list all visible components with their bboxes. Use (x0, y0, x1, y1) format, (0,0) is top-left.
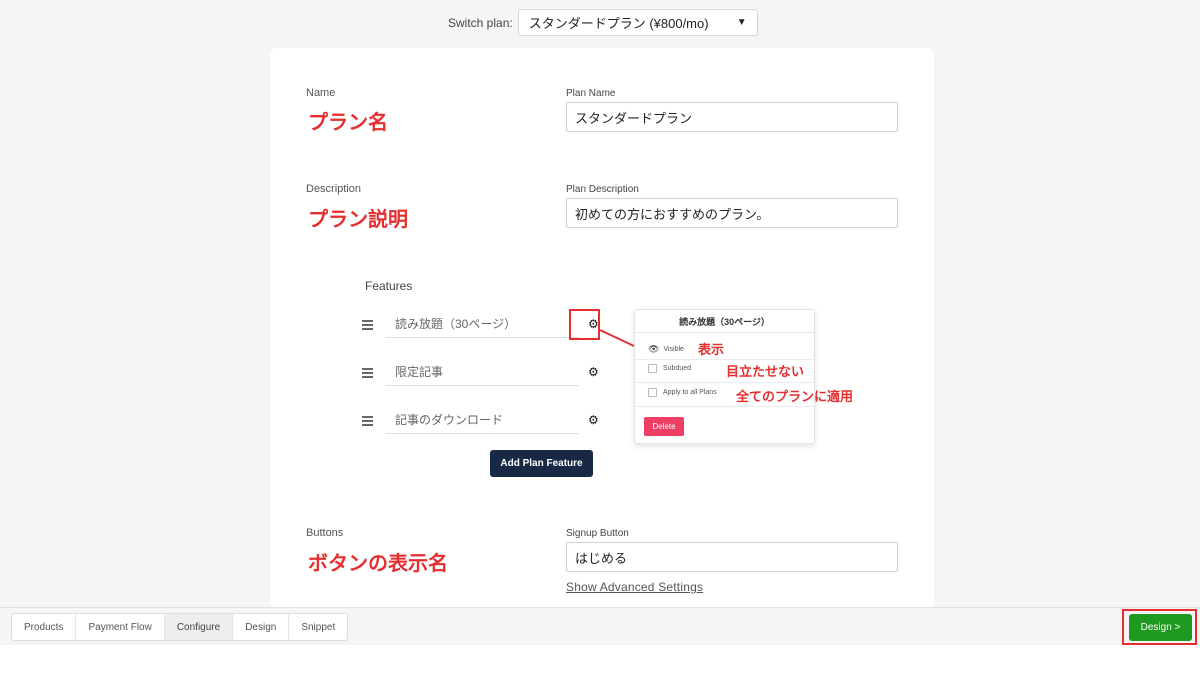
tab-products[interactable]: Products (12, 614, 77, 640)
apply-all-option[interactable]: Apply to all Plans (648, 388, 717, 397)
add-plan-feature-button[interactable]: Add Plan Feature (490, 450, 593, 477)
annotation-connector-line (599, 329, 635, 347)
delete-button[interactable]: Delete (644, 417, 684, 436)
bottom-bar-divider (0, 607, 1200, 608)
subdued-label: Subdued (663, 365, 692, 372)
tab-configure[interactable]: Configure (164, 614, 234, 640)
eye-icon: 👁 (648, 344, 660, 354)
divider (635, 406, 814, 407)
bottom-tab-bar: Products Payment Flow Configure Design S… (11, 613, 349, 641)
show-advanced-settings-link[interactable]: Show Advanced Settings (566, 580, 703, 594)
subdued-checkbox[interactable] (648, 364, 657, 373)
visible-label: Visible (663, 346, 684, 353)
tab-payment-flow[interactable]: Payment Flow (76, 614, 165, 640)
visible-annotation: 表示 (698, 342, 725, 357)
buttons-annotation: ボタンの表示名 (308, 553, 448, 575)
page: Switch plan: スタンダードプラン (¥800/mo) ▼ Name … (0, 0, 1200, 675)
apply-all-checkbox[interactable] (648, 388, 657, 397)
subdued-option[interactable]: Subdued (648, 364, 691, 373)
apply-all-label: Apply to all Plans (663, 389, 717, 396)
visible-option[interactable]: 👁 Visible (648, 344, 684, 355)
popup-title: 読み放題（30ページ） (635, 310, 814, 333)
buttons-section-label: Buttons (306, 527, 344, 539)
tab-design[interactable]: Design (233, 614, 290, 640)
apply-all-annotation: 全てのプランに適用 (736, 389, 854, 404)
divider (635, 359, 814, 360)
signup-button-input[interactable]: はじめる (566, 542, 898, 572)
divider (635, 382, 814, 383)
footer-area (0, 645, 1200, 675)
next-design-button[interactable]: Design > (1129, 614, 1192, 641)
tab-snippet[interactable]: Snippet (289, 614, 347, 640)
subdued-annotation: 目立たせない (726, 364, 805, 379)
signup-button-label: Signup Button (566, 528, 629, 539)
signup-button-value: はじめる (575, 550, 628, 566)
